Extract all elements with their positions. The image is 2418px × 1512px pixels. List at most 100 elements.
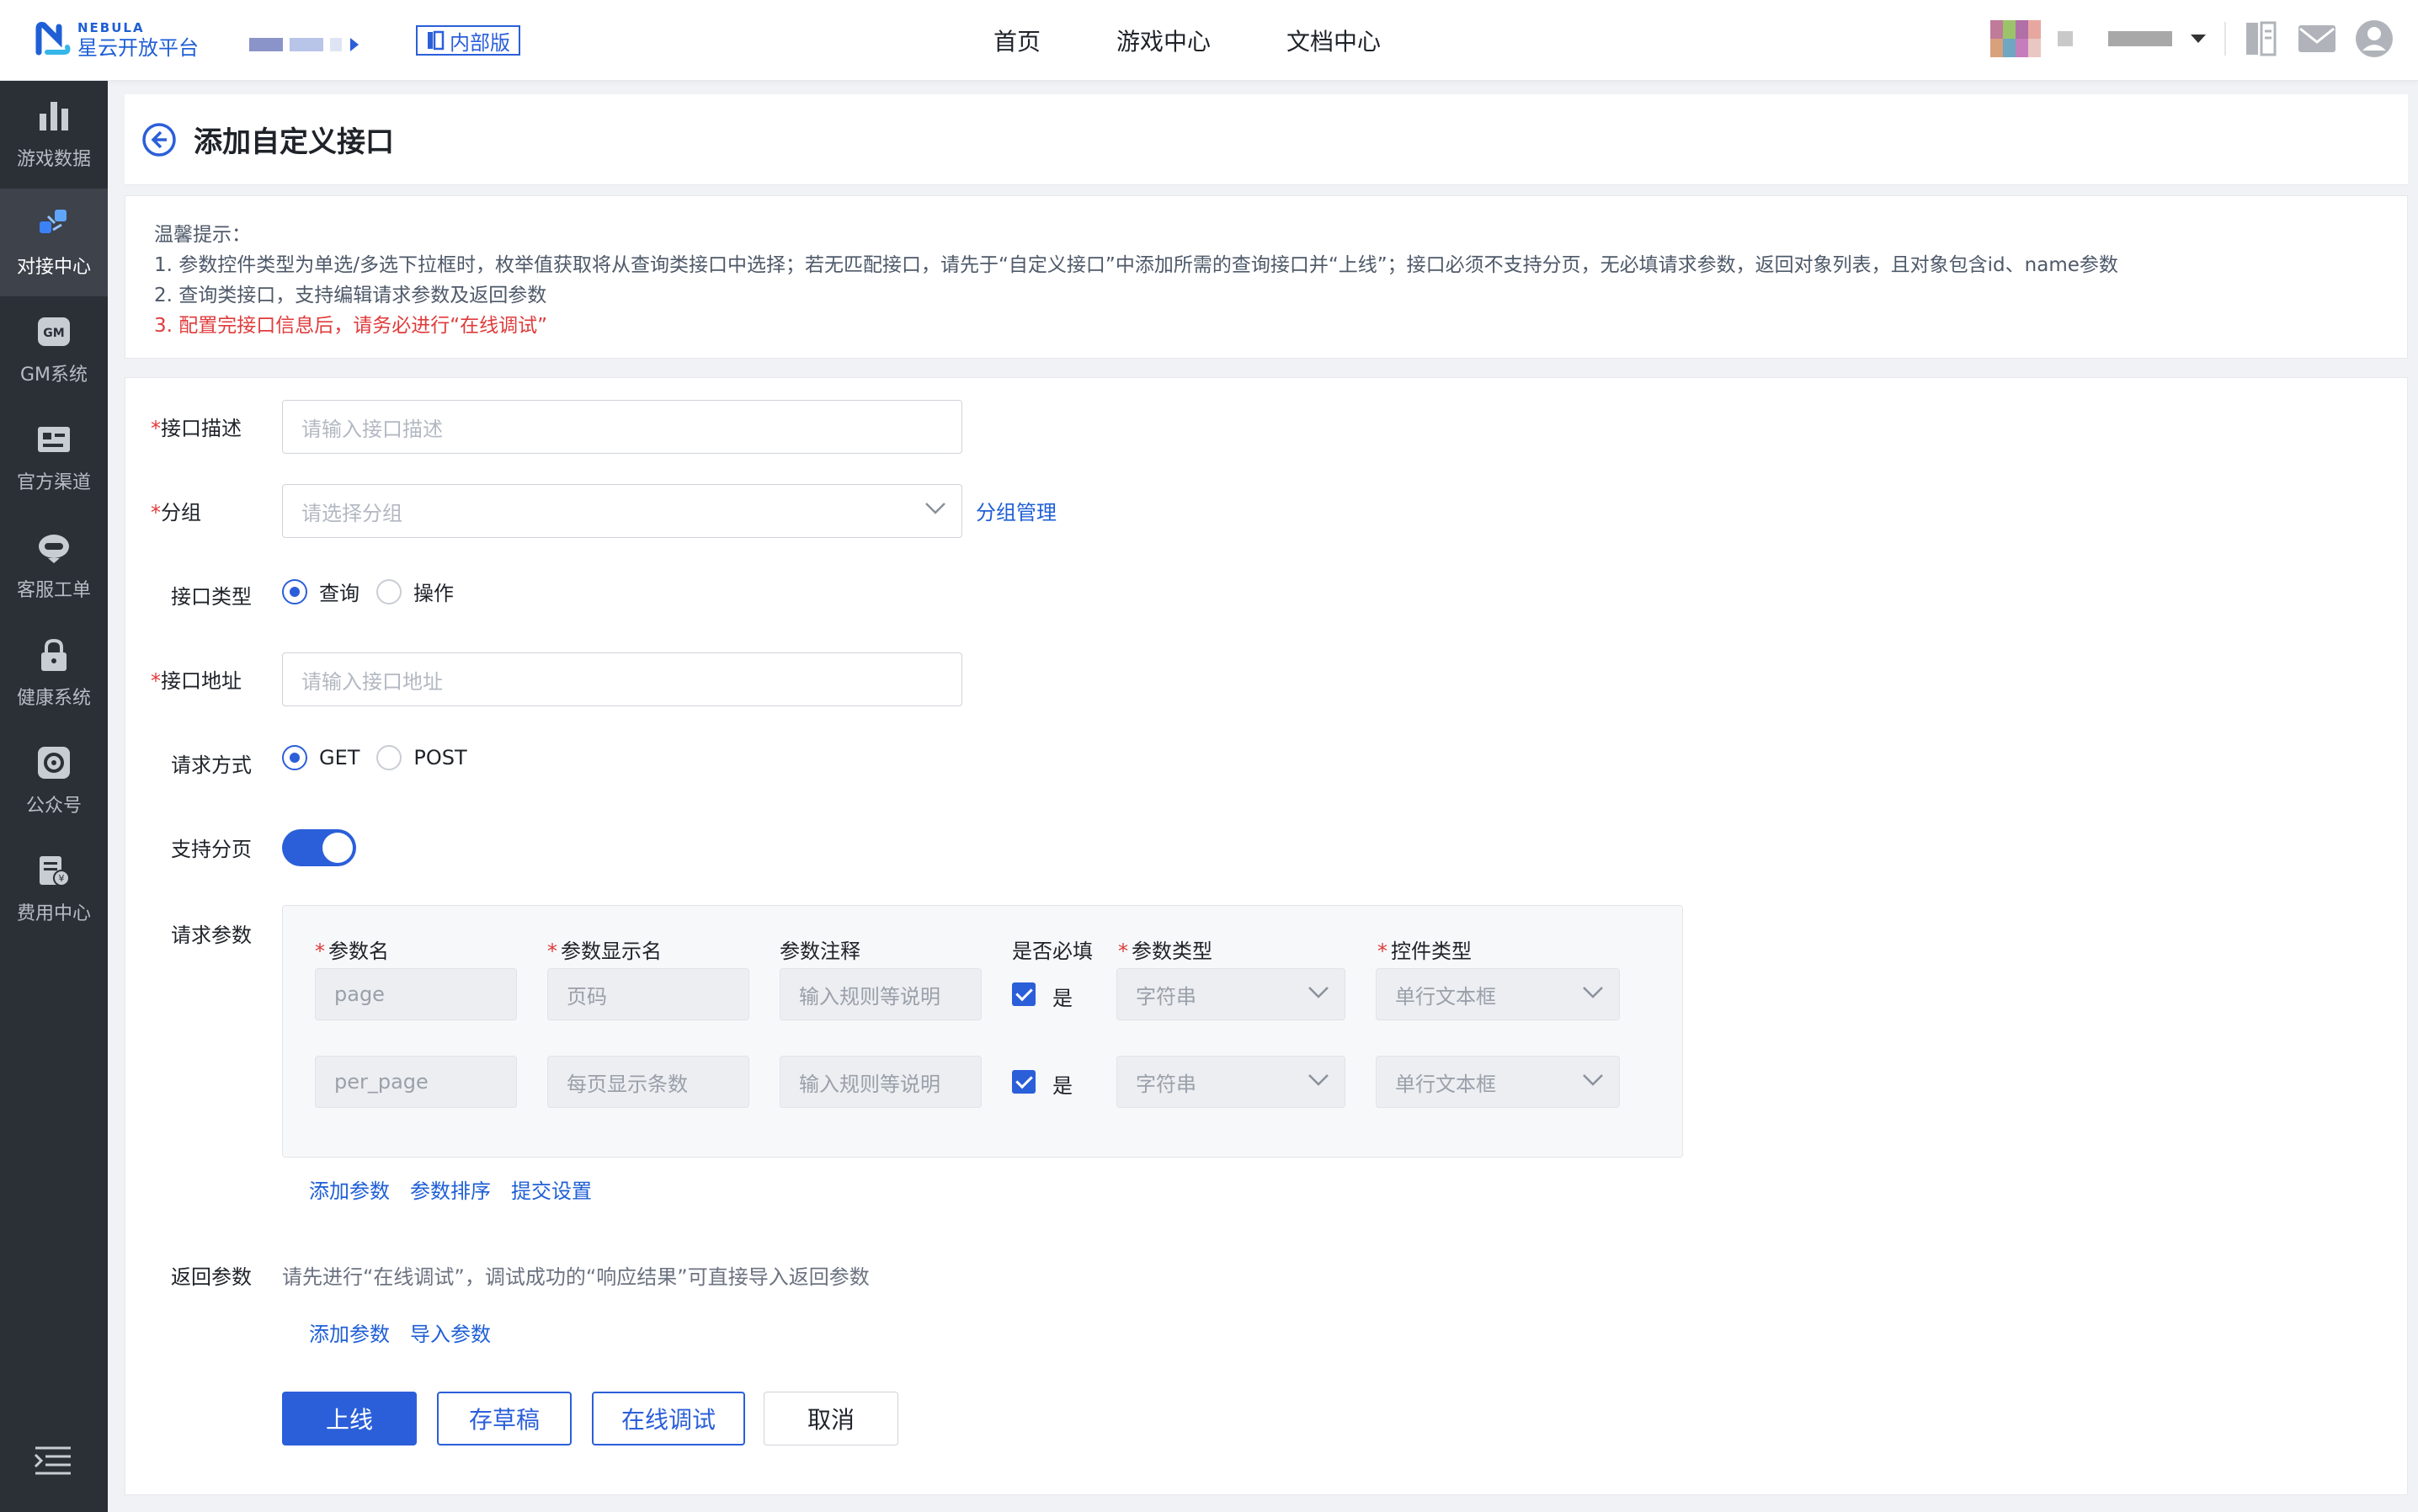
- param-name-input[interactable]: per_page: [315, 1056, 517, 1108]
- method-radio-post[interactable]: POST: [376, 745, 467, 770]
- mail-icon[interactable]: [2297, 22, 2337, 56]
- collapse-menu-icon[interactable]: [34, 1445, 72, 1478]
- required-checkbox[interactable]: [1012, 982, 1036, 1006]
- user-icon[interactable]: [2354, 19, 2394, 59]
- param-display-input[interactable]: 每页显示条数: [547, 1056, 749, 1108]
- sort-param-link[interactable]: 参数排序: [410, 1174, 491, 1204]
- main-nav: 首页 游戏中心 文档中心: [993, 0, 1381, 81]
- chevron-down-icon: [925, 503, 945, 514]
- resp-params-label: 返回参数: [171, 1265, 252, 1289]
- add-param-link[interactable]: 添加参数: [309, 1174, 390, 1204]
- svg-text:GM: GM: [43, 327, 64, 340]
- url-input[interactable]: 请输入接口地址: [282, 652, 962, 706]
- bill-icon: ¥: [40, 856, 70, 886]
- req-params-label: 请求参数: [171, 924, 252, 947]
- add-resp-param-link[interactable]: 添加参数: [309, 1318, 390, 1347]
- resp-params-hint: 请先进行“在线调试”，调试成功的“响应结果”可直接导入返回参数: [282, 1265, 870, 1289]
- nav-docs-center[interactable]: 文档中心: [1286, 24, 1381, 57]
- divider: [2224, 22, 2226, 56]
- import-param-link[interactable]: 导入参数: [410, 1318, 491, 1347]
- method-radio-get[interactable]: GET: [282, 745, 360, 770]
- type-radio-operate[interactable]: 操作: [376, 577, 454, 606]
- cancel-button[interactable]: 取消: [764, 1392, 898, 1445]
- group-select[interactable]: 请选择分组: [282, 484, 962, 538]
- online-debug-button[interactable]: 在线调试: [592, 1392, 745, 1445]
- user-name[interactable]: [2058, 31, 2172, 46]
- col-header-name: * 参数名: [315, 940, 389, 963]
- page-header: 添加自定义接口: [125, 94, 2408, 185]
- sidebar: 游戏数据 对接中心 GM GM系统 官方渠道 客服工单 健康系统 公众号 ¥ 费…: [0, 81, 108, 1512]
- chevron-down-icon: [1308, 987, 1329, 998]
- wechat-icon: [38, 747, 70, 779]
- paging-toggle[interactable]: [282, 829, 356, 866]
- sidebar-item-health-system[interactable]: 健康系统: [0, 620, 108, 727]
- interface-form: *接口描述 请输入接口描述 *分组 请选择分组 分组管理 接口类型 查询 操作 …: [125, 377, 2408, 1495]
- chevron-down-icon: [1583, 1074, 1603, 1086]
- sidebar-item-official-account[interactable]: 公众号: [0, 727, 108, 835]
- sidebar-item-connect-center[interactable]: 对接中心: [0, 189, 108, 296]
- lock-icon: [41, 638, 67, 671]
- save-draft-button[interactable]: 存草稿: [437, 1392, 572, 1445]
- nebula-logo-icon: [35, 22, 71, 56]
- game-selector[interactable]: [249, 37, 360, 52]
- page-title: 添加自定义接口: [194, 125, 394, 159]
- tips-title: 温馨提示：: [154, 224, 251, 246]
- headset-icon: [39, 535, 69, 563]
- tips-line-1: 1. 参数控件类型为单选/多选下拉框时，枚举值获取将从查询类接口中选择；若无匹配…: [154, 254, 2118, 276]
- id-card-icon: [38, 427, 70, 452]
- required-label: 是: [1052, 1074, 1073, 1098]
- chevron-down-icon: [1308, 1074, 1329, 1086]
- control-type-select[interactable]: 单行文本框: [1376, 968, 1620, 1020]
- svg-text:¥: ¥: [59, 873, 65, 884]
- group-label: *分组: [151, 501, 201, 524]
- type-radio-query[interactable]: 查询: [282, 577, 360, 606]
- group-manage-link[interactable]: 分组管理: [976, 496, 1057, 525]
- sidebar-item-official-channel[interactable]: 官方渠道: [0, 404, 108, 512]
- param-type-select[interactable]: 字符串: [1116, 1056, 1345, 1108]
- chevron-down-icon: [1583, 987, 1603, 998]
- env-badge: 内部版: [416, 25, 520, 56]
- user-avatar[interactable]: [1990, 20, 2041, 57]
- caret-right-icon: [350, 38, 359, 51]
- required-checkbox[interactable]: [1012, 1070, 1036, 1094]
- chevron-down-icon[interactable]: [2189, 33, 2208, 45]
- method-label: 请求方式: [171, 753, 252, 777]
- col-header-control: * 控件类型: [1377, 940, 1472, 963]
- submit-settings-link[interactable]: 提交设置: [511, 1174, 592, 1204]
- desc-label: *接口描述: [151, 417, 242, 440]
- radio-checked-icon: [282, 745, 307, 770]
- user-area: [1990, 19, 2394, 59]
- param-name-input[interactable]: page: [315, 968, 517, 1020]
- sidebar-item-customer-service[interactable]: 客服工单: [0, 512, 108, 620]
- sidebar-item-gm-system[interactable]: GM GM系统: [0, 296, 108, 404]
- paging-label: 支持分页: [171, 838, 252, 861]
- back-arrow-icon[interactable]: [141, 122, 177, 157]
- nav-home[interactable]: 首页: [993, 24, 1041, 57]
- gm-icon: GM: [38, 317, 70, 346]
- connect-icon: [40, 210, 67, 233]
- docs-icon[interactable]: [2243, 19, 2280, 58]
- publish-button[interactable]: 上线: [282, 1392, 417, 1445]
- book-icon: [428, 30, 445, 51]
- nav-game-center[interactable]: 游戏中心: [1116, 24, 1211, 57]
- control-type-select[interactable]: 单行文本框: [1376, 1056, 1620, 1108]
- req-params-table: * 参数名 * 参数显示名 参数注释 是否必填 * 参数类型 * 控件类型 page 页…: [282, 905, 1683, 1158]
- desc-input[interactable]: 请输入接口描述: [282, 400, 962, 454]
- param-type-select[interactable]: 字符串: [1116, 968, 1345, 1020]
- bar-chart-icon: [40, 102, 68, 130]
- url-label: *接口地址: [151, 669, 242, 693]
- tips-warning: 3. 配置完接口信息后，请务必进行“在线调试”: [154, 315, 548, 337]
- col-header-display: * 参数显示名: [547, 940, 662, 963]
- radio-checked-icon: [282, 578, 307, 604]
- sidebar-item-game-data[interactable]: 游戏数据: [0, 81, 108, 189]
- sidebar-item-billing-center[interactable]: ¥ 费用中心: [0, 835, 108, 943]
- col-header-required: 是否必填: [1012, 940, 1093, 963]
- brand-logo[interactable]: NEBULA 星云开放平台: [34, 19, 199, 61]
- col-header-type: * 参数类型: [1118, 940, 1212, 963]
- param-note-input[interactable]: 输入规则等说明: [780, 1056, 982, 1108]
- required-label: 是: [1052, 987, 1073, 1010]
- tips-panel: 温馨提示： 1. 参数控件类型为单选/多选下拉框时，枚举值获取将从查询类接口中选…: [125, 195, 2408, 359]
- param-display-input[interactable]: 页码: [547, 968, 749, 1020]
- tips-line-2: 2. 查询类接口，支持编辑请求参数及返回参数: [154, 285, 547, 306]
- param-note-input[interactable]: 输入规则等说明: [780, 968, 982, 1020]
